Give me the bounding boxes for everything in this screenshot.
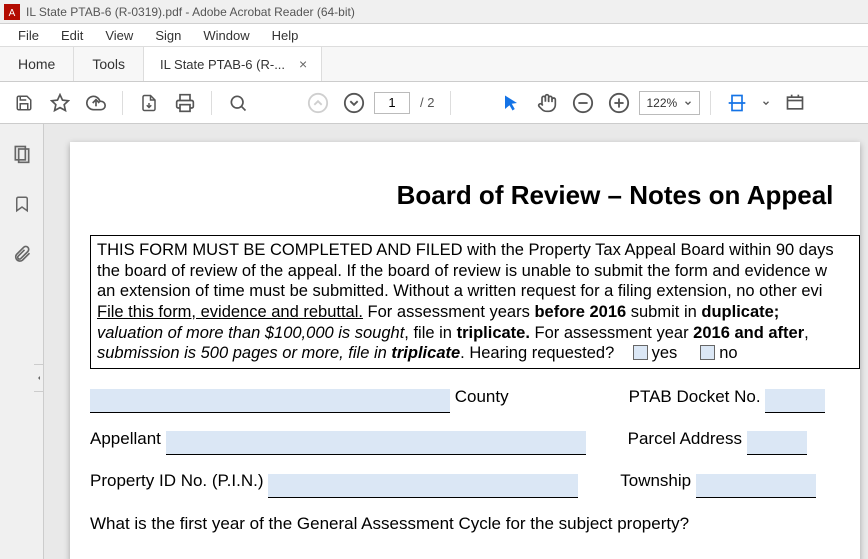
find-icon[interactable] [222, 87, 254, 119]
question-text: In Cook County – Property classification… [90, 554, 860, 559]
box-text: duplicate; [701, 303, 779, 321]
menu-help[interactable]: Help [262, 26, 309, 45]
docket-field[interactable] [765, 389, 825, 413]
checkbox-yes[interactable] [633, 345, 648, 360]
chevron-down-icon[interactable] [757, 98, 775, 108]
menu-view[interactable]: View [95, 26, 143, 45]
field-label: County [455, 381, 509, 413]
zoom-in-icon[interactable] [603, 87, 635, 119]
fit-width-icon[interactable] [721, 87, 753, 119]
main-toolbar: / 2 122% [0, 82, 868, 124]
box-text: . Hearing requested? [460, 344, 614, 362]
county-field[interactable] [90, 389, 450, 413]
thumbnails-icon[interactable] [8, 140, 36, 168]
field-label: Parcel Address [628, 423, 742, 455]
pdf-page: Board of Review – Notes on Appeal THIS F… [70, 142, 860, 559]
attachment-icon[interactable] [8, 240, 36, 268]
appellant-field[interactable] [166, 431, 586, 455]
document-tab[interactable]: IL State PTAB-6 (R-... × [144, 47, 322, 81]
cloud-icon[interactable] [80, 87, 112, 119]
box-text: , file in [404, 324, 456, 342]
tools-button[interactable]: Tools [74, 47, 144, 81]
document-viewport[interactable]: Board of Review – Notes on Appeal THIS F… [44, 124, 868, 559]
box-text: THIS FORM MUST BE COMPLETED AND FILED wi… [97, 241, 834, 259]
box-text: the board of review of the appeal. If th… [97, 262, 827, 280]
question-text: What is the first year of the General As… [90, 508, 860, 540]
menu-edit[interactable]: Edit [51, 26, 93, 45]
read-mode-icon[interactable] [779, 87, 811, 119]
share-icon[interactable] [133, 87, 165, 119]
zoom-value: 122% [646, 96, 677, 110]
checkbox-label: no [719, 344, 737, 362]
separator [211, 91, 212, 115]
box-text: 2016 and after [693, 324, 804, 342]
menu-file[interactable]: File [8, 26, 49, 45]
secondary-bar: Home Tools IL State PTAB-6 (R-... × [0, 46, 868, 82]
box-text: triplicate. [457, 324, 530, 342]
field-label: PTAB Docket No. [629, 381, 761, 413]
page-total: / 2 [420, 95, 434, 110]
box-text: triplicate [391, 344, 460, 362]
separator [710, 91, 711, 115]
zoom-out-icon[interactable] [567, 87, 599, 119]
township-field[interactable] [696, 474, 816, 498]
separator [122, 91, 123, 115]
checkbox-no[interactable] [700, 345, 715, 360]
app-icon: A [4, 4, 20, 20]
field-label: Appellant [90, 423, 161, 455]
zoom-dropdown[interactable]: 122% [639, 91, 700, 115]
window-title: IL State PTAB-6 (R-0319).pdf - Adobe Acr… [26, 5, 355, 19]
content-area: Board of Review – Notes on Appeal THIS F… [0, 124, 868, 559]
menu-sign[interactable]: Sign [145, 26, 191, 45]
tab-label: IL State PTAB-6 (R-... [160, 57, 285, 72]
box-text: File this form, evidence and rebuttal. [97, 303, 363, 321]
document-heading: Board of Review – Notes on Appeal [370, 180, 860, 211]
box-text: valuation of more than $100,000 is sough… [97, 324, 404, 342]
box-text: , [804, 324, 809, 342]
svg-text:A: A [9, 8, 16, 19]
box-text: an extension of time must be submitted. … [97, 282, 822, 300]
menu-bar: File Edit View Sign Window Help [0, 24, 868, 46]
home-button[interactable]: Home [0, 47, 74, 81]
checkbox-label: yes [652, 344, 678, 362]
save-icon[interactable] [8, 87, 40, 119]
selection-arrow-icon[interactable] [495, 87, 527, 119]
window-titlebar: A IL State PTAB-6 (R-0319).pdf - Adobe A… [0, 0, 868, 24]
page-down-icon[interactable] [338, 87, 370, 119]
parcel-field[interactable] [747, 431, 807, 455]
box-text: For assessment years [363, 303, 534, 321]
form-fields: County PTAB Docket No. Appellant Parcel … [90, 381, 860, 559]
menu-window[interactable]: Window [193, 26, 259, 45]
separator [450, 91, 451, 115]
star-icon[interactable] [44, 87, 76, 119]
pin-field[interactable] [268, 474, 578, 498]
field-label: Property ID No. (P.I.N.) [90, 465, 264, 497]
field-label: Township [620, 465, 691, 497]
bookmark-icon[interactable] [8, 190, 36, 218]
close-icon[interactable]: × [295, 56, 311, 72]
print-icon[interactable] [169, 87, 201, 119]
chevron-down-icon [683, 98, 693, 108]
box-text: For assessment year [530, 324, 693, 342]
left-navigation-rail [0, 124, 44, 559]
collapse-rail-icon[interactable] [34, 364, 44, 392]
instruction-box: THIS FORM MUST BE COMPLETED AND FILED wi… [90, 235, 860, 369]
box-text: before 2016 [534, 303, 626, 321]
hand-icon[interactable] [531, 87, 563, 119]
box-text: submit in [626, 303, 701, 321]
page-number-input[interactable] [374, 92, 410, 114]
box-text: submission is 500 pages or more, file in [97, 344, 391, 362]
page-up-icon[interactable] [302, 87, 334, 119]
